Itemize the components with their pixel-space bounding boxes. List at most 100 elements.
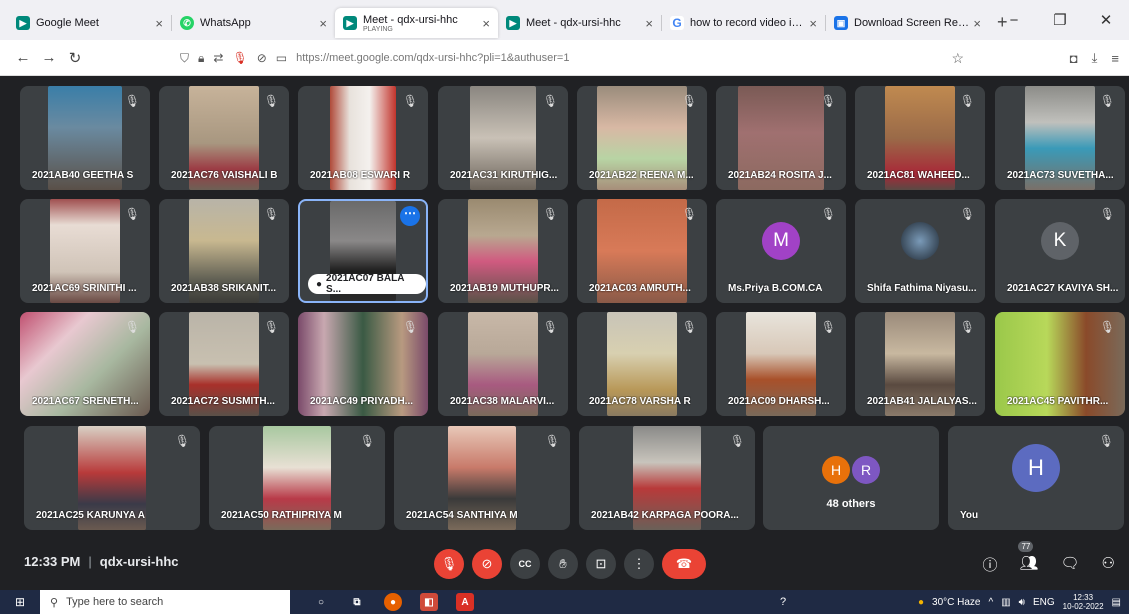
address-bar[interactable]: ⛉ 🔒︎ ⇄ 🎙︎ ⊘ ▭ https://meet.google.com/qd… xyxy=(180,45,980,71)
cortana-icon[interactable]: ○ xyxy=(312,593,330,611)
close-icon[interactable]: × xyxy=(809,16,817,31)
screen-share-icon[interactable]: ▭ xyxy=(276,51,287,65)
minimize-icon[interactable]: − xyxy=(991,0,1037,40)
windows-start-icon[interactable]: ⊞ xyxy=(0,595,40,609)
participant-tile-speaking[interactable]: ⋯ ● 2021AC07 BALA S... xyxy=(298,199,428,303)
tab-google-meet[interactable]: ▶ Google Meet × xyxy=(8,8,171,38)
app-icon[interactable]: ◧ xyxy=(420,593,438,611)
close-icon[interactable]: × xyxy=(155,16,163,31)
close-icon[interactable]: × xyxy=(973,16,981,31)
firefox-icon[interactable]: ● xyxy=(384,593,402,611)
participant-tile[interactable]: 🎙︎ 2021AC67 SRENETH... xyxy=(20,312,150,416)
participant-tile[interactable]: 🎙︎ 2021AC45 PAVITHR... xyxy=(995,312,1125,416)
others-tile[interactable]: H R 48 others xyxy=(763,426,939,530)
raise-hand-button[interactable]: ✋︎ xyxy=(548,549,578,579)
participant-tile[interactable]: 🎙︎ 2021AC38 MALARVI... xyxy=(438,312,568,416)
forward-icon[interactable]: → xyxy=(36,49,62,66)
tab-whatsapp[interactable]: ✆ WhatsApp × xyxy=(172,8,335,38)
participant-tile[interactable]: 🎙︎ 2021AB41 JALALYAS... xyxy=(855,312,985,416)
tray-chevron-icon[interactable]: ^ xyxy=(988,597,993,608)
participant-tile[interactable]: 🎙︎ 2021AC54 SANTHIYA M xyxy=(394,426,570,530)
restore-icon[interactable]: ❐ xyxy=(1037,0,1083,40)
more-options-icon[interactable]: ⋯ xyxy=(400,206,420,226)
shield-icon[interactable]: ⛉ xyxy=(180,51,189,66)
weather-text[interactable]: 30°C Haze xyxy=(932,597,980,608)
search-icon: ⚲ xyxy=(50,596,59,609)
reload-icon[interactable]: ↻ xyxy=(62,49,88,67)
permissions-icon[interactable]: ⇄ xyxy=(213,51,223,65)
notifications-icon[interactable]: ▤ xyxy=(1112,597,1121,608)
back-icon[interactable]: ← xyxy=(10,49,36,66)
close-icon[interactable]: × xyxy=(645,16,653,31)
microphone-off-button[interactable]: 🎙︎ xyxy=(434,549,464,579)
camera-off-button[interactable]: ⊘ xyxy=(472,549,502,579)
camera-permission-icon[interactable]: ⊘ xyxy=(257,51,267,65)
participant-name: Shifa Fathima Niyasu... xyxy=(867,283,977,294)
participant-tile[interactable]: M 🎙︎ Ms.Priya B.COM.CA xyxy=(716,199,846,303)
tab-meet-2[interactable]: ▶ Meet - qdx-ursi-hhc × xyxy=(498,8,661,38)
pdf-reader-icon[interactable]: A xyxy=(456,593,474,611)
tab-title-text: Meet - qdx-ursi-hhc xyxy=(363,13,458,26)
participant-tile[interactable]: 🎙︎ 2021AB38 SRIKANIT... xyxy=(159,199,289,303)
leave-call-button[interactable]: ☎︎ xyxy=(662,549,706,579)
participant-tile[interactable]: 🎙︎ 2021AC49 PRIYADH... xyxy=(298,312,428,416)
volume-icon[interactable]: 🔊︎ xyxy=(1019,597,1025,608)
participant-name: 2021AC45 PAVITHR... xyxy=(1007,396,1109,407)
menu-icon[interactable]: ≡ xyxy=(1111,51,1119,66)
others-count: 48 others xyxy=(826,498,876,510)
participant-tile[interactable]: 🎙︎ Shifa Fathima Niyasu... xyxy=(855,199,985,303)
tab-screen-recorder[interactable]: ▣ Download Screen Recorder AP × xyxy=(826,8,989,38)
task-view-icon[interactable]: ⧉ xyxy=(348,593,366,611)
close-icon[interactable]: × xyxy=(319,16,327,31)
lock-icon[interactable]: 🔒︎ xyxy=(198,51,204,66)
activities-icon[interactable]: ⚇ xyxy=(1102,554,1115,575)
participant-name: Ms.Priya B.COM.CA xyxy=(728,283,823,294)
muted-mic-icon: 🎙︎ xyxy=(544,434,560,448)
captions-button[interactable]: CC xyxy=(510,549,540,579)
present-screen-button[interactable]: ⊡ xyxy=(586,549,616,579)
chat-icon[interactable]: 🗨︎ xyxy=(1061,554,1080,575)
participant-tile[interactable]: 🎙︎ 2021AC78 VARSHA R xyxy=(577,312,707,416)
participant-tile[interactable]: 🎙︎ 2021AB19 MUTHUPR... xyxy=(438,199,568,303)
taskbar-search-box[interactable]: ⚲ Type here to search xyxy=(40,590,290,614)
participant-tile[interactable]: 🎙︎ 2021AC76 VAISHALI B xyxy=(159,86,289,190)
tab-google-search[interactable]: G how to record video in google × xyxy=(662,8,825,38)
pocket-icon[interactable]: ◘ xyxy=(1070,51,1078,66)
close-window-icon[interactable]: ✕ xyxy=(1083,0,1129,40)
participant-tile[interactable]: 🎙︎ 2021AB22 REENA M... xyxy=(577,86,707,190)
muted-mic-icon: 🎙︎ xyxy=(959,94,975,108)
muted-mic-icon: 🎙︎ xyxy=(174,434,190,448)
participant-tile[interactable]: 🎙︎ 2021AC69 SRINITHI ... xyxy=(20,199,150,303)
participant-tile[interactable]: 🎙︎ 2021AC81 WAHEED... xyxy=(855,86,985,190)
participant-tile[interactable]: 🎙︎ 2021AB40 GEETHA S xyxy=(20,86,150,190)
participant-tile[interactable]: K 🎙︎ 2021AC27 KAVIYA SH... xyxy=(995,199,1125,303)
participant-name: 2021AC76 VAISHALI B xyxy=(171,170,278,181)
participant-tile[interactable]: 🎙︎ 2021AB24 ROSITA J... xyxy=(716,86,846,190)
participant-tile[interactable]: 🎙︎ 2021AC25 KARUNYA A xyxy=(24,426,200,530)
tab-meet-active[interactable]: ▶ Meet - qdx-ursi-hhc PLAYING × xyxy=(335,8,498,38)
self-tile[interactable]: H 🎙︎ You xyxy=(948,426,1124,530)
download-icon[interactable]: ⤓ xyxy=(1092,50,1098,66)
participant-name: 2021AB22 REENA M... xyxy=(589,170,694,181)
language-indicator[interactable]: ENG xyxy=(1033,597,1055,608)
participant-tile[interactable]: 🎙︎ 2021AC09 DHARSH... xyxy=(716,312,846,416)
meeting-details-icon[interactable]: ⓘ xyxy=(982,554,997,575)
participant-tile[interactable]: 🎙︎ 2021AB42 KARPAGA POORA... xyxy=(579,426,755,530)
close-icon[interactable]: × xyxy=(482,16,490,31)
more-options-button[interactable]: ⋮ xyxy=(624,549,654,579)
taskbar-clock[interactable]: 12:33 10-02-2022 xyxy=(1063,593,1104,611)
participant-name: 2021AC09 DHARSH... xyxy=(728,396,830,407)
participant-tile[interactable]: 🎙︎ 2021AC72 SUSMITH... xyxy=(159,312,289,416)
participant-tile[interactable]: 🎙︎ 2021AC50 RATHIPRIYA M xyxy=(209,426,385,530)
avatar: M xyxy=(762,221,800,260)
participant-tile[interactable]: 🎙︎ 2021AC73 SUVETHA... xyxy=(995,86,1125,190)
microphone-permission-icon[interactable]: 🎙︎ xyxy=(232,51,247,65)
bookmark-star-icon[interactable]: ☆ xyxy=(951,50,964,67)
navigation-bar: ← → ↻ ⛉ 🔒︎ ⇄ 🎙︎ ⊘ ▭ https://meet.google.… xyxy=(0,40,1129,76)
participant-tile[interactable]: 🎙︎ 2021AC31 KIRUTHIG... xyxy=(438,86,568,190)
help-icon[interactable]: ? xyxy=(780,596,786,608)
people-button[interactable]: 77 👥︎ xyxy=(1018,541,1039,575)
participant-tile[interactable]: 🎙︎ 2021AB08 ESWARI R xyxy=(298,86,428,190)
participant-tile[interactable]: 🎙︎ 2021AC03 AMRUTH... xyxy=(577,199,707,303)
network-icon[interactable]: ▥ xyxy=(1001,597,1010,608)
